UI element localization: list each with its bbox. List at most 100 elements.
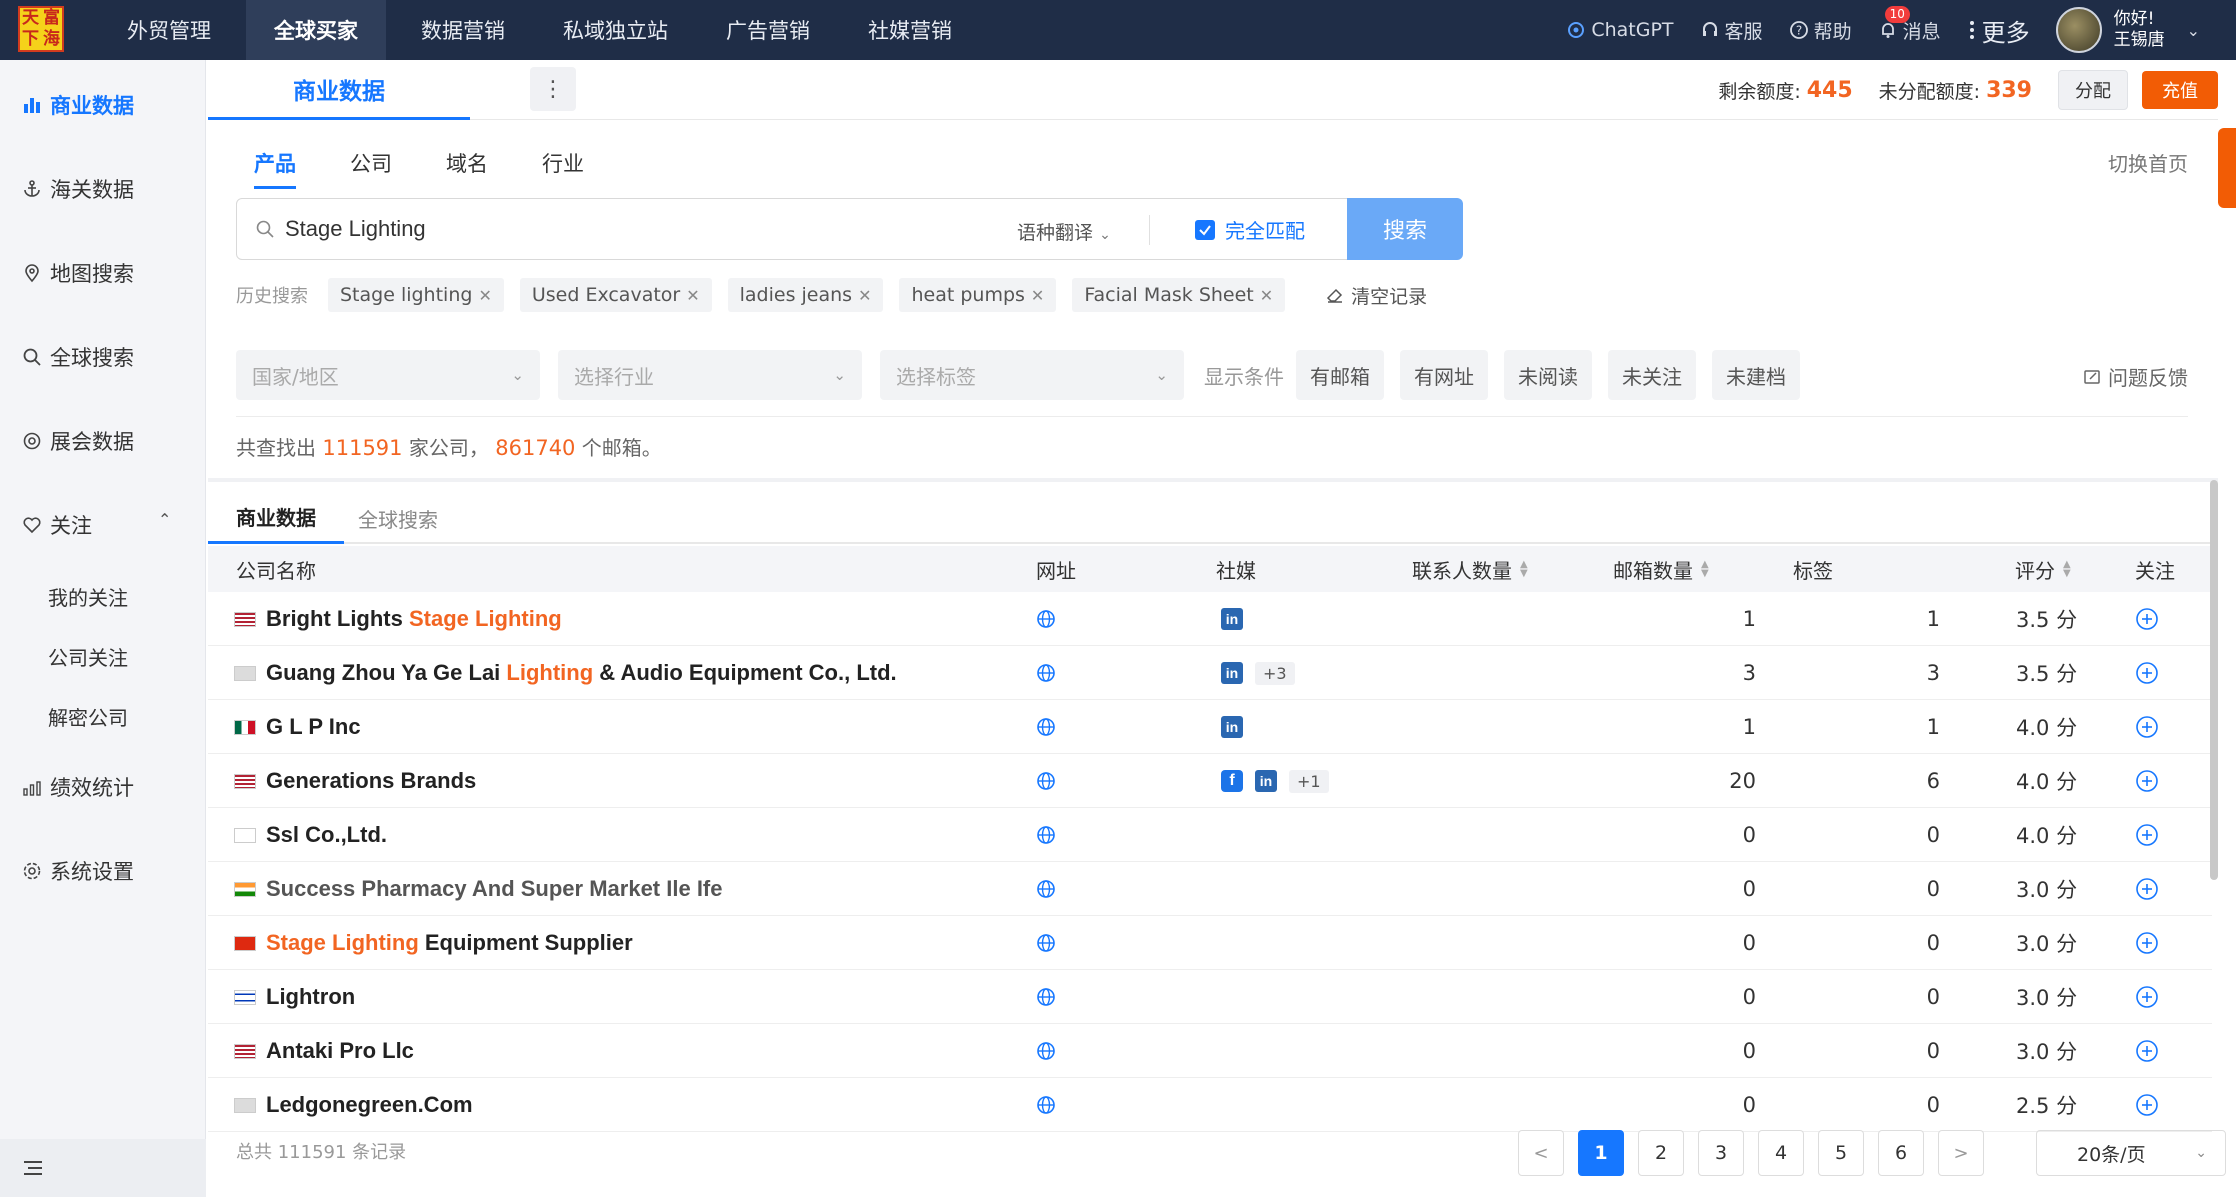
sidebar-item-business-data[interactable]: 商业数据 bbox=[22, 90, 134, 120]
website-globe-icon[interactable] bbox=[1036, 592, 1056, 646]
tab-company[interactable]: 公司 bbox=[350, 148, 392, 189]
page-button[interactable]: 4 bbox=[1758, 1130, 1804, 1176]
language-translate-select[interactable]: 语种翻译 ⌄ bbox=[1017, 218, 1111, 245]
social-more-badge[interactable]: +3 bbox=[1255, 661, 1295, 685]
table-row[interactable]: Stage Lighting Equipment Supplier 0 0 3.0 分 bbox=[208, 916, 2212, 970]
close-icon[interactable]: ✕ bbox=[1031, 286, 1044, 305]
table-row[interactable]: G L P Inc in 1 1 4.0 分 bbox=[208, 700, 2212, 754]
history-chip[interactable]: ladies jeans ✕ bbox=[727, 278, 884, 312]
condition-unarchived[interactable]: 未建档 bbox=[1712, 350, 1800, 400]
help-link[interactable]: ? 帮助 bbox=[1789, 17, 1852, 44]
company-name-cell[interactable]: Antaki Pro Llc bbox=[234, 1024, 414, 1078]
company-name-cell[interactable]: Guang Zhou Ya Ge Lai Lighting & Audio Eq… bbox=[234, 646, 897, 700]
sidebar-item-exhibition-data[interactable]: 展会数据 bbox=[22, 426, 134, 456]
avatar[interactable] bbox=[2055, 7, 2102, 53]
tab-product[interactable]: 产品 bbox=[254, 148, 296, 189]
website-globe-icon[interactable] bbox=[1036, 700, 1056, 754]
condition-has-website[interactable]: 有网址 bbox=[1400, 350, 1488, 400]
social-more-badge[interactable]: +1 bbox=[1289, 769, 1329, 793]
company-name-cell[interactable]: Lightron bbox=[234, 970, 355, 1024]
linkedin-icon[interactable]: in bbox=[1221, 716, 1243, 738]
table-row[interactable]: Ssl Co.,Ltd. 0 0 4.0 分 bbox=[208, 808, 2212, 862]
facebook-icon[interactable]: f bbox=[1221, 770, 1243, 792]
website-globe-icon[interactable] bbox=[1036, 862, 1056, 916]
linkedin-icon[interactable]: in bbox=[1255, 770, 1277, 792]
sidebar-sub-decrypt-company[interactable]: 解密公司 bbox=[48, 702, 128, 731]
follow-plus-icon[interactable] bbox=[2135, 592, 2159, 646]
condition-unread[interactable]: 未阅读 bbox=[1504, 350, 1592, 400]
page-button[interactable]: 1 bbox=[1578, 1130, 1624, 1176]
checkbox-checked-icon[interactable] bbox=[1195, 219, 1215, 240]
history-chip[interactable]: Used Excavator ✕ bbox=[519, 278, 712, 312]
website-globe-icon[interactable] bbox=[1036, 916, 1056, 970]
follow-plus-icon[interactable] bbox=[2135, 754, 2159, 808]
topnav-data-marketing[interactable]: 数据营销 bbox=[398, 0, 528, 60]
topnav-social-marketing[interactable]: 社媒营销 bbox=[845, 0, 975, 60]
table-row[interactable]: Ledgonegreen.Com 0 0 2.5 分 bbox=[208, 1078, 2212, 1132]
website-globe-icon[interactable] bbox=[1036, 1078, 1056, 1132]
sidebar-item-global-search[interactable]: 全球搜索 bbox=[22, 342, 134, 372]
company-name-cell[interactable]: Stage Lighting Equipment Supplier bbox=[234, 916, 633, 970]
close-icon[interactable]: ✕ bbox=[686, 286, 699, 305]
sidebar-collapse[interactable] bbox=[0, 1139, 206, 1197]
table-row[interactable]: Success Pharmacy And Super Market Ile If… bbox=[208, 862, 2212, 916]
prev-page-button[interactable]: < bbox=[1518, 1130, 1564, 1176]
follow-plus-icon[interactable] bbox=[2135, 916, 2159, 970]
page-button[interactable]: 6 bbox=[1878, 1130, 1924, 1176]
table-row[interactable]: Antaki Pro Llc 0 0 3.0 分 bbox=[208, 1024, 2212, 1078]
industry-select[interactable]: 选择行业 ⌄ bbox=[558, 350, 862, 400]
header-contacts[interactable]: 联系人数量 ▲ ▼ bbox=[1412, 546, 1528, 592]
page-button[interactable]: 2 bbox=[1638, 1130, 1684, 1176]
close-icon[interactable]: ✕ bbox=[858, 286, 871, 305]
sidebar-sub-company-follows[interactable]: 公司关注 bbox=[48, 642, 128, 671]
messages-link[interactable]: 10 消息 bbox=[1878, 5, 1941, 44]
company-name-cell[interactable]: Generations Brands bbox=[234, 754, 476, 808]
sidebar-item-map-search[interactable]: 地图搜索 bbox=[22, 258, 134, 288]
linkedin-icon[interactable]: in bbox=[1221, 608, 1243, 630]
topnav-ad-marketing[interactable]: 广告营销 bbox=[703, 0, 833, 60]
page-size-select[interactable]: 20条/页 ⌄ bbox=[2036, 1130, 2226, 1176]
table-row[interactable]: Bright Lights Stage Lighting in 1 1 3.5 分 bbox=[208, 592, 2212, 646]
history-chip[interactable]: Stage lighting ✕ bbox=[328, 278, 504, 312]
company-name-cell[interactable]: Bright Lights Stage Lighting bbox=[234, 592, 562, 646]
tab-business-data[interactable]: 商业数据 bbox=[208, 60, 470, 120]
chatgpt-link[interactable]: ChatGPT bbox=[1566, 19, 1674, 41]
follow-plus-icon[interactable] bbox=[2135, 700, 2159, 754]
recharge-button[interactable]: 充值 bbox=[2142, 71, 2218, 109]
history-chip[interactable]: heat pumps ✕ bbox=[899, 278, 1057, 312]
more-vertical-icon[interactable]: ⋮ bbox=[530, 67, 576, 111]
follow-plus-icon[interactable] bbox=[2135, 808, 2159, 862]
brand-logo[interactable]: 天 富 下 海 bbox=[18, 6, 64, 52]
follow-plus-icon[interactable] bbox=[2135, 862, 2159, 916]
chevron-up-icon[interactable]: ⌃ bbox=[158, 510, 171, 529]
follow-plus-icon[interactable] bbox=[2135, 970, 2159, 1024]
topnav-private-site[interactable]: 私域独立站 bbox=[540, 0, 691, 60]
company-name-cell[interactable]: Ssl Co.,Ltd. bbox=[234, 808, 387, 862]
topnav-foreign-trade[interactable]: 外贸管理 bbox=[104, 0, 234, 60]
header-rating[interactable]: 评分 ▲ ▼ bbox=[2015, 546, 2071, 592]
sort-icon[interactable]: ▲ ▼ bbox=[2063, 560, 2071, 579]
chevron-down-icon[interactable]: ⌄ bbox=[2187, 21, 2200, 40]
follow-plus-icon[interactable] bbox=[2135, 646, 2159, 700]
user-greeting[interactable]: 你好! 王锡唐 bbox=[2114, 9, 2165, 51]
switch-home-link[interactable]: 切换首页 bbox=[2108, 148, 2188, 177]
tag-select[interactable]: 选择标签 ⌄ bbox=[880, 350, 1184, 400]
side-drawer-handle[interactable] bbox=[2218, 128, 2236, 208]
follow-plus-icon[interactable] bbox=[2135, 1078, 2159, 1132]
sidebar-item-settings[interactable]: 系统设置 bbox=[22, 856, 134, 886]
clear-history-button[interactable]: 清空记录 bbox=[1325, 282, 1427, 309]
more-menu[interactable]: 更多 bbox=[1967, 13, 2030, 48]
search-button[interactable]: 搜索 bbox=[1347, 198, 1463, 260]
tab-domain[interactable]: 域名 bbox=[446, 148, 488, 189]
sort-icon[interactable]: ▲ ▼ bbox=[1520, 560, 1528, 579]
support-link[interactable]: 客服 bbox=[1700, 17, 1763, 44]
condition-unfollowed[interactable]: 未关注 bbox=[1608, 350, 1696, 400]
sidebar-item-customs-data[interactable]: 海关数据 bbox=[22, 174, 134, 204]
assign-button[interactable]: 分配 bbox=[2058, 70, 2128, 110]
scrollbar[interactable] bbox=[2210, 480, 2218, 880]
website-globe-icon[interactable] bbox=[1036, 754, 1056, 808]
next-page-button[interactable]: > bbox=[1938, 1130, 1984, 1176]
exact-match-toggle[interactable]: 完全匹配 bbox=[1195, 215, 1305, 244]
website-globe-icon[interactable] bbox=[1036, 646, 1056, 700]
search-input[interactable] bbox=[285, 216, 985, 242]
